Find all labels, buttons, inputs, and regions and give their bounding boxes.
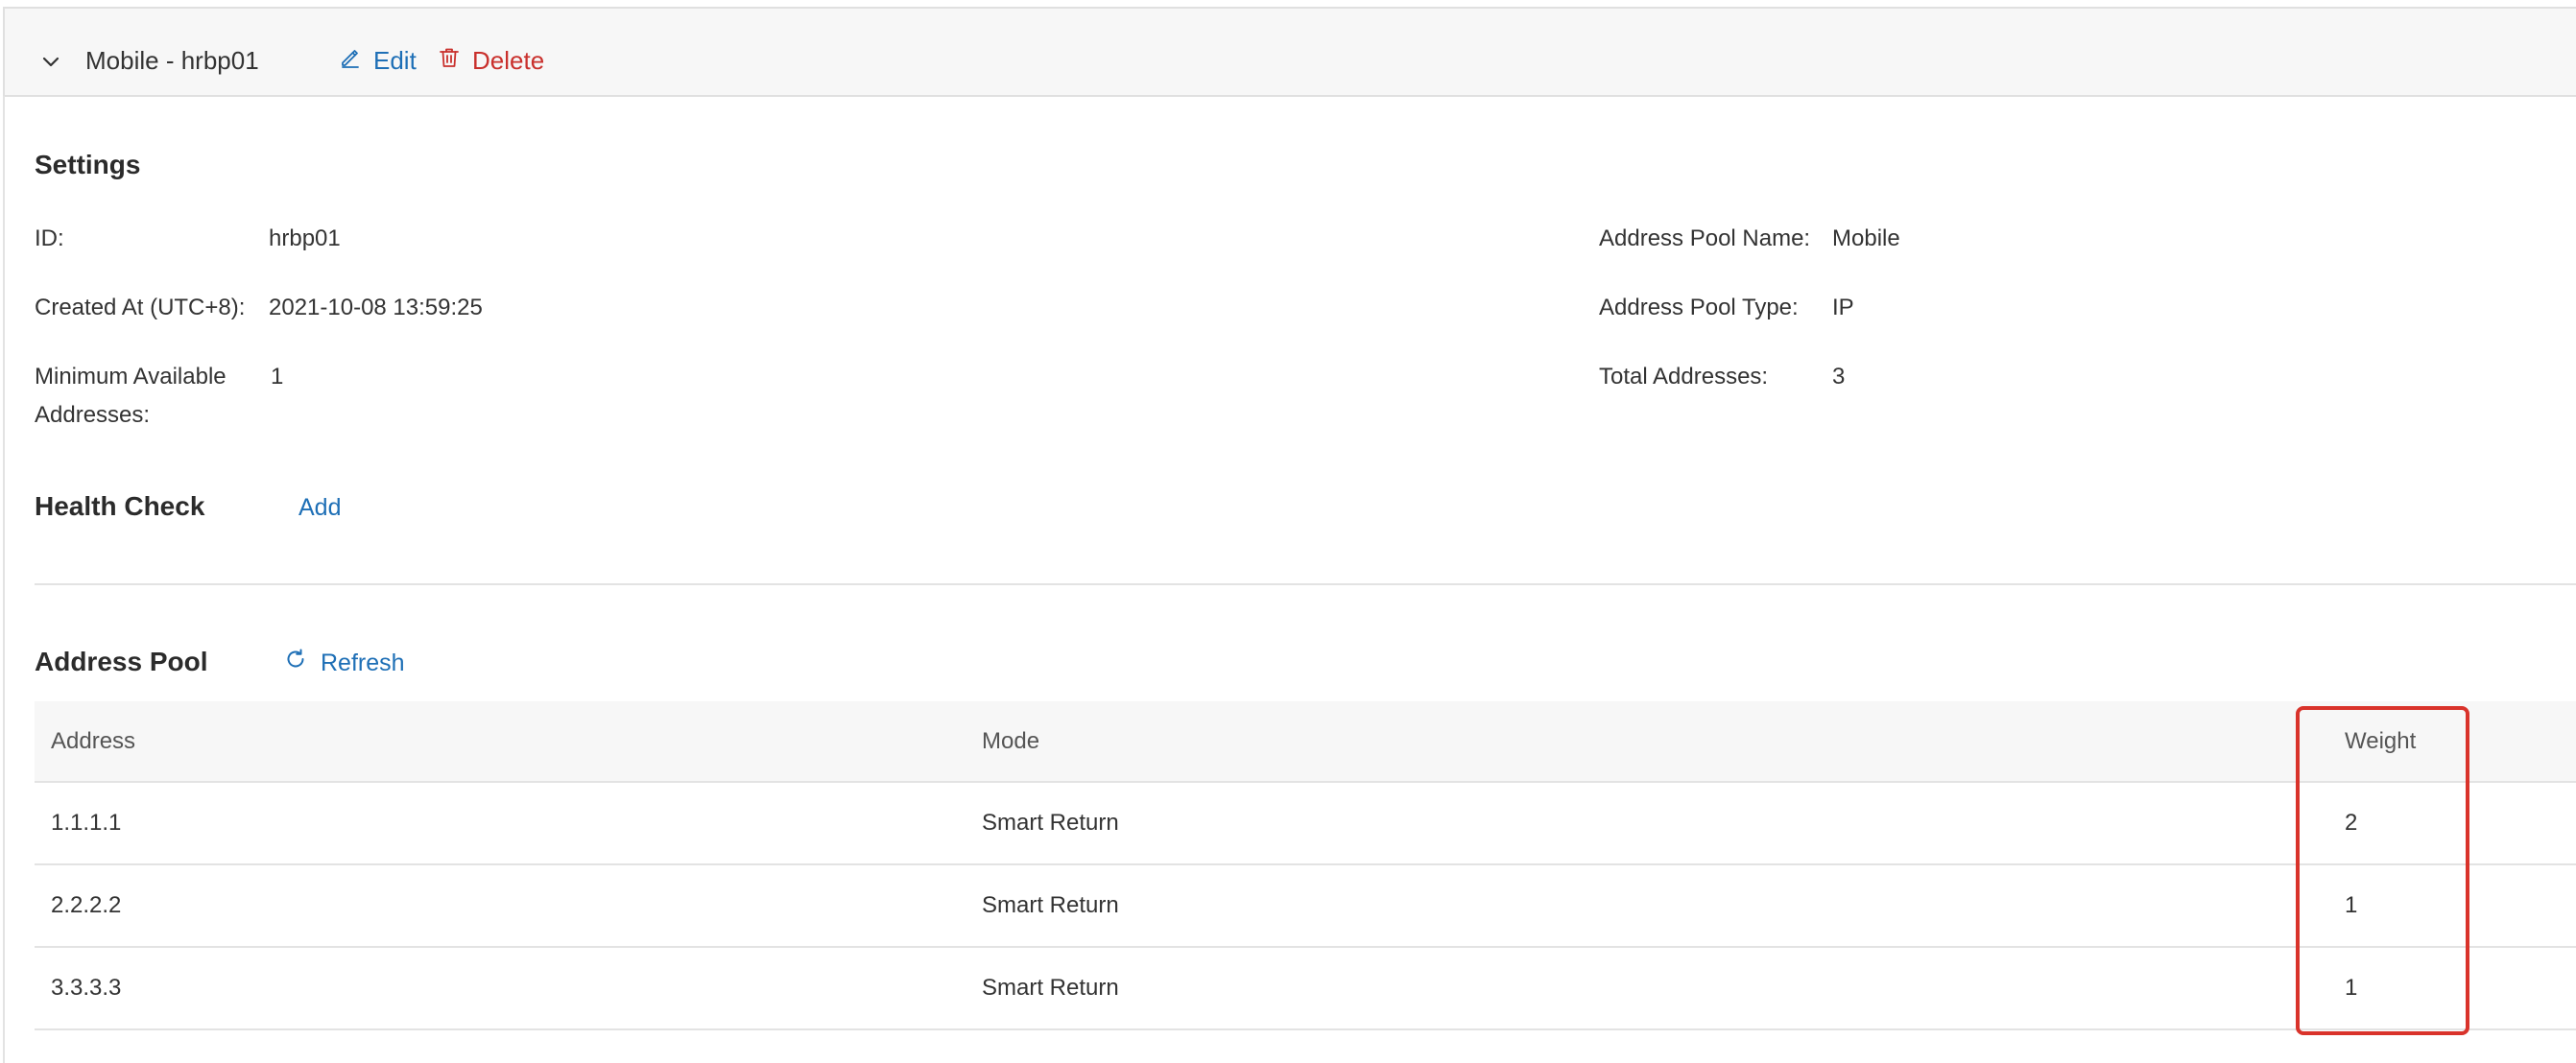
- min-available-label-line2: Addresses:: [35, 402, 151, 428]
- panel-left-border: [3, 96, 5, 1063]
- pool-type-label: Address Pool Type:: [1599, 295, 1799, 320]
- edit-button[interactable]: Edit: [339, 43, 417, 78]
- address-cell: 3.3.3.3: [51, 975, 122, 1001]
- address-pool-table: Address Mode Weight 1.1.1.1 Smart Return…: [35, 701, 2576, 1030]
- address-cell: 1.1.1.1: [51, 810, 122, 836]
- column-header-mode: Mode: [982, 727, 1040, 754]
- delete-button[interactable]: Delete: [438, 43, 544, 78]
- pool-header-title: Mobile - hrbp01: [85, 46, 259, 75]
- settings-title: Settings: [35, 150, 141, 179]
- address-cell: 2.2.2.2: [51, 892, 122, 918]
- pool-name-value: Mobile: [1832, 225, 1900, 251]
- min-available-value: 1: [271, 364, 284, 390]
- refresh-button[interactable]: Refresh: [284, 644, 405, 682]
- delete-label: Delete: [472, 45, 545, 75]
- refresh-icon: [284, 644, 307, 682]
- address-pool-detail-page: Mobile - hrbp01 Edit Delete Settings ID:…: [0, 0, 2576, 1063]
- weight-column-highlight: [2296, 706, 2469, 1035]
- mode-cell: Smart Return: [982, 975, 1119, 1001]
- id-label: ID:: [35, 225, 64, 251]
- pool-type-value: IP: [1832, 295, 1854, 320]
- trash-icon: [438, 46, 461, 76]
- address-pool-title: Address Pool: [35, 647, 208, 676]
- table-header-row: Address Mode Weight: [35, 701, 2576, 783]
- created-at-label: Created At (UTC+8):: [35, 295, 246, 320]
- total-addresses-label: Total Addresses:: [1599, 364, 1769, 390]
- chevron-down-icon[interactable]: [39, 51, 62, 74]
- mode-cell: Smart Return: [982, 892, 1119, 918]
- section-divider: [35, 583, 2576, 585]
- edit-label: Edit: [373, 45, 417, 75]
- pool-header-bar: Mobile - hrbp01 Edit Delete: [3, 7, 2576, 97]
- table-row: 1.1.1.1 Smart Return 2: [35, 783, 2576, 865]
- pool-name-label: Address Pool Name:: [1599, 225, 1811, 251]
- created-at-value: 2021-10-08 13:59:25: [269, 295, 483, 320]
- table-row: 2.2.2.2 Smart Return 1: [35, 865, 2576, 948]
- total-addresses-value: 3: [1832, 364, 1846, 390]
- edit-pencil-icon: [339, 46, 362, 76]
- refresh-label: Refresh: [321, 650, 405, 676]
- column-header-address: Address: [51, 727, 136, 754]
- min-available-label-line1: Minimum Available: [35, 364, 227, 390]
- add-health-check-button[interactable]: Add: [298, 488, 341, 527]
- mode-cell: Smart Return: [982, 810, 1119, 836]
- table-row: 3.3.3.3 Smart Return 1: [35, 948, 2576, 1030]
- health-check-title: Health Check: [35, 491, 205, 521]
- id-value: hrbp01: [269, 225, 341, 251]
